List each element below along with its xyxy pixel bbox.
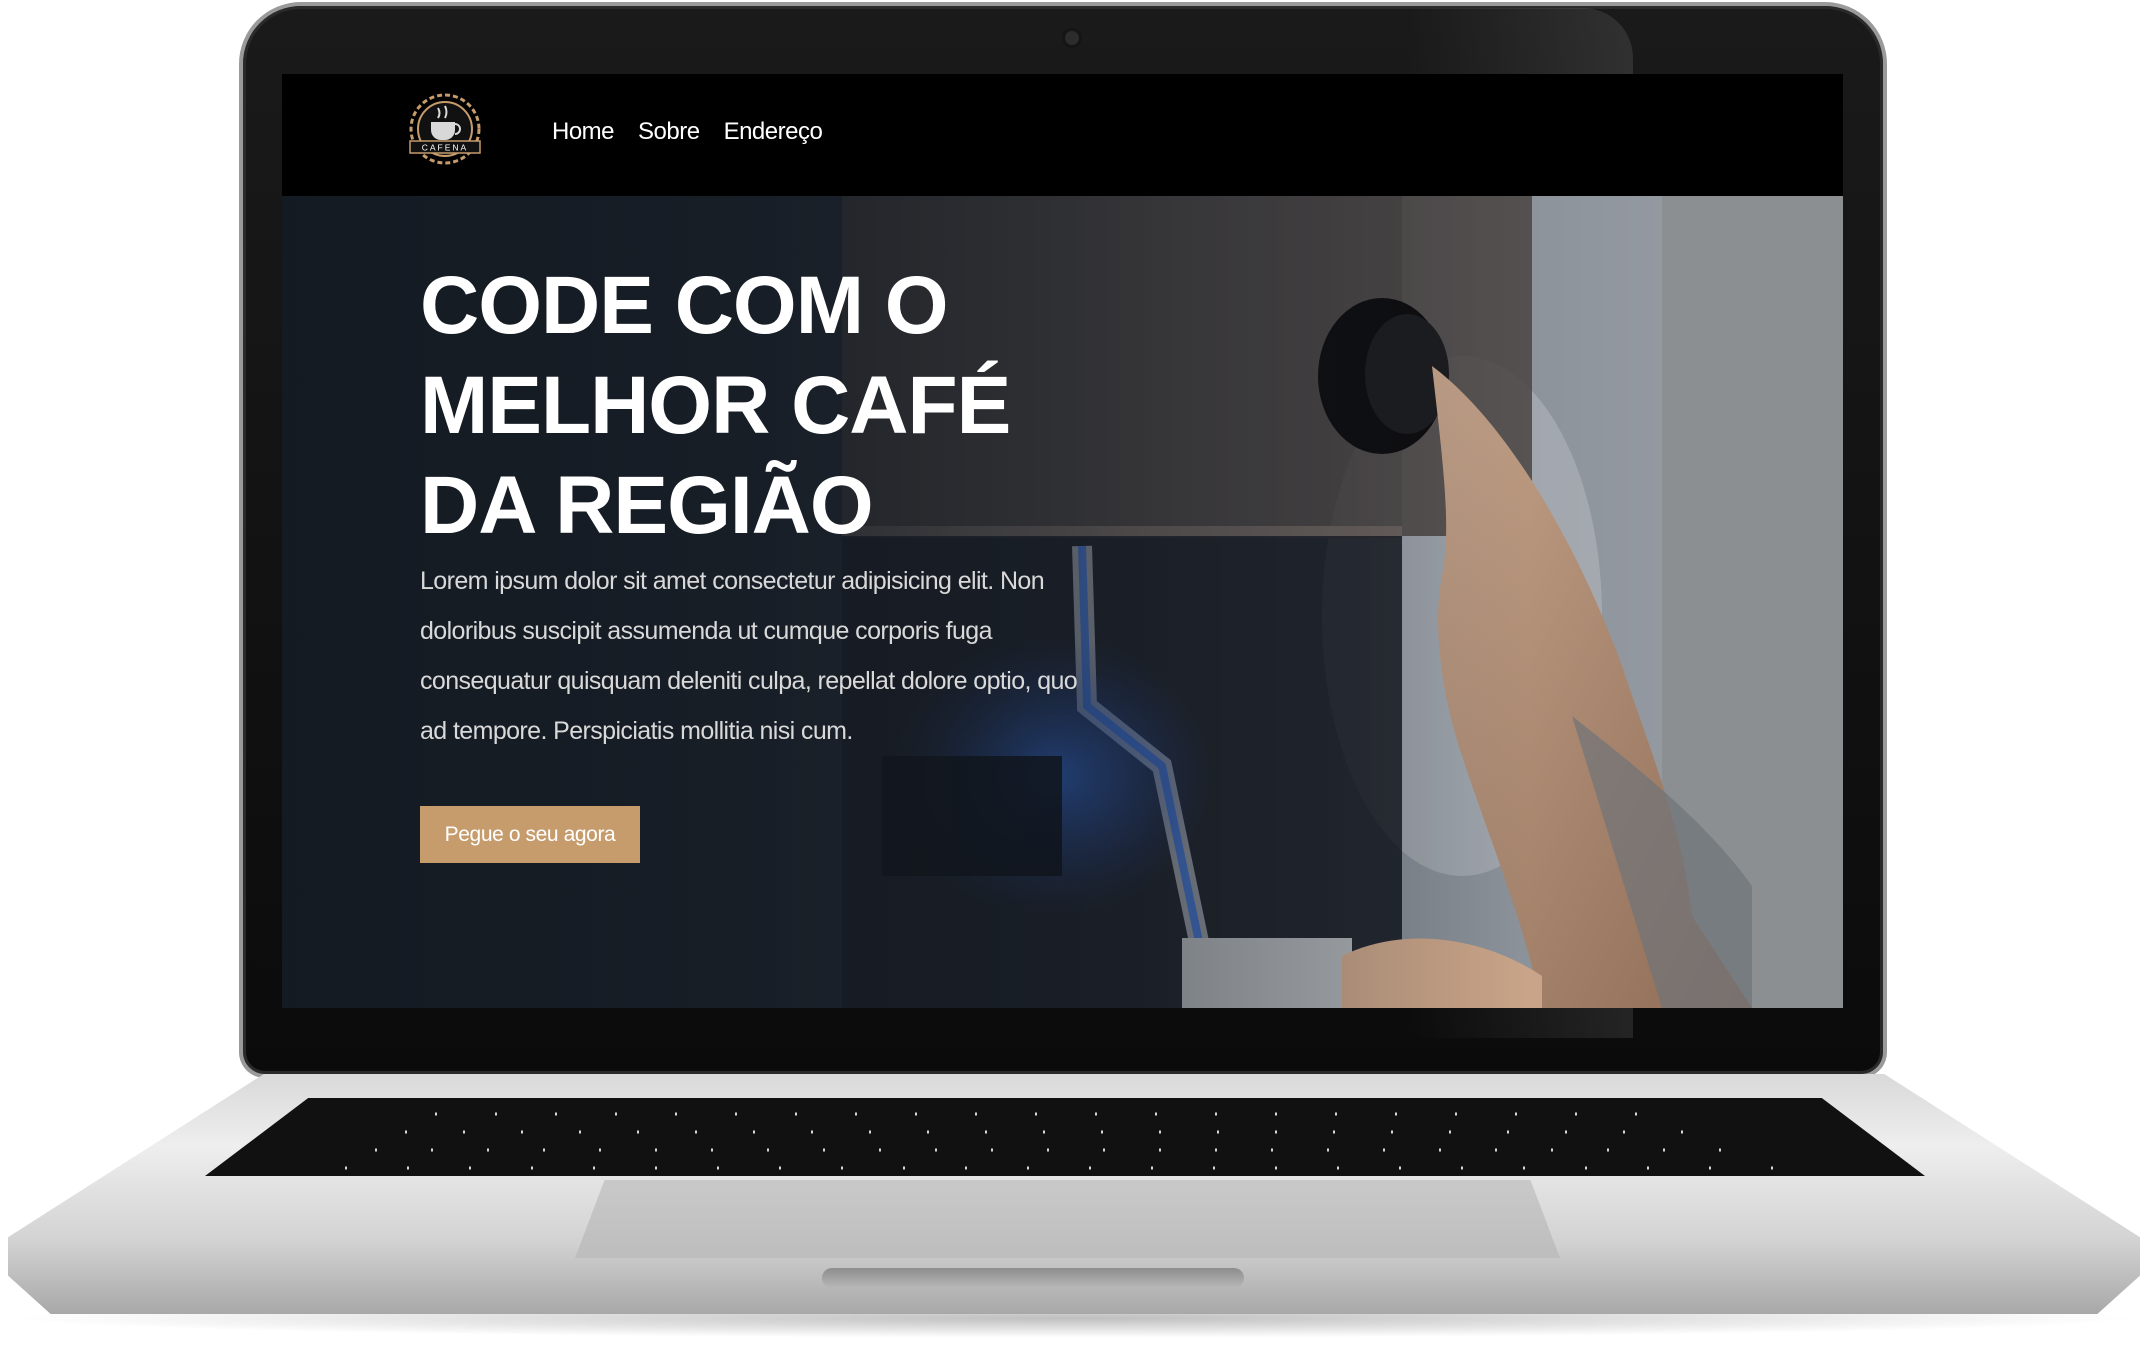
keyboard <box>205 1098 1925 1176</box>
nav-item-sobre[interactable]: Sobre <box>638 118 700 146</box>
webcam-icon <box>1065 31 1079 45</box>
nav-item-endereco[interactable]: Endereço <box>724 118 823 146</box>
cafena-logo-icon[interactable]: CAFENA <box>404 86 486 172</box>
nav-item-home[interactable]: Home <box>552 118 615 146</box>
hero-description: Lorem ipsum dolor sit amet consectetur a… <box>420 567 1078 745</box>
laptop-screen: CAFENA Home Sobre Endereço CODE COM O ME… <box>282 74 1843 1008</box>
logo-text: CAFENA <box>422 143 468 153</box>
lid-opening-notch <box>822 1268 1244 1288</box>
main-nav: Home Sobre Endereço <box>552 118 823 146</box>
trackpad <box>575 1180 1560 1258</box>
get-yours-now-button[interactable]: Pegue o seu agora <box>420 806 640 863</box>
navbar: CAFENA Home Sobre Endereço <box>282 74 1843 196</box>
hero-title: CODE COM O MELHOR CAFÉ DA REGIÃO <box>420 260 1011 551</box>
hero-section: CODE COM O MELHOR CAFÉ DA REGIÃO Lorem i… <box>282 196 1843 1008</box>
